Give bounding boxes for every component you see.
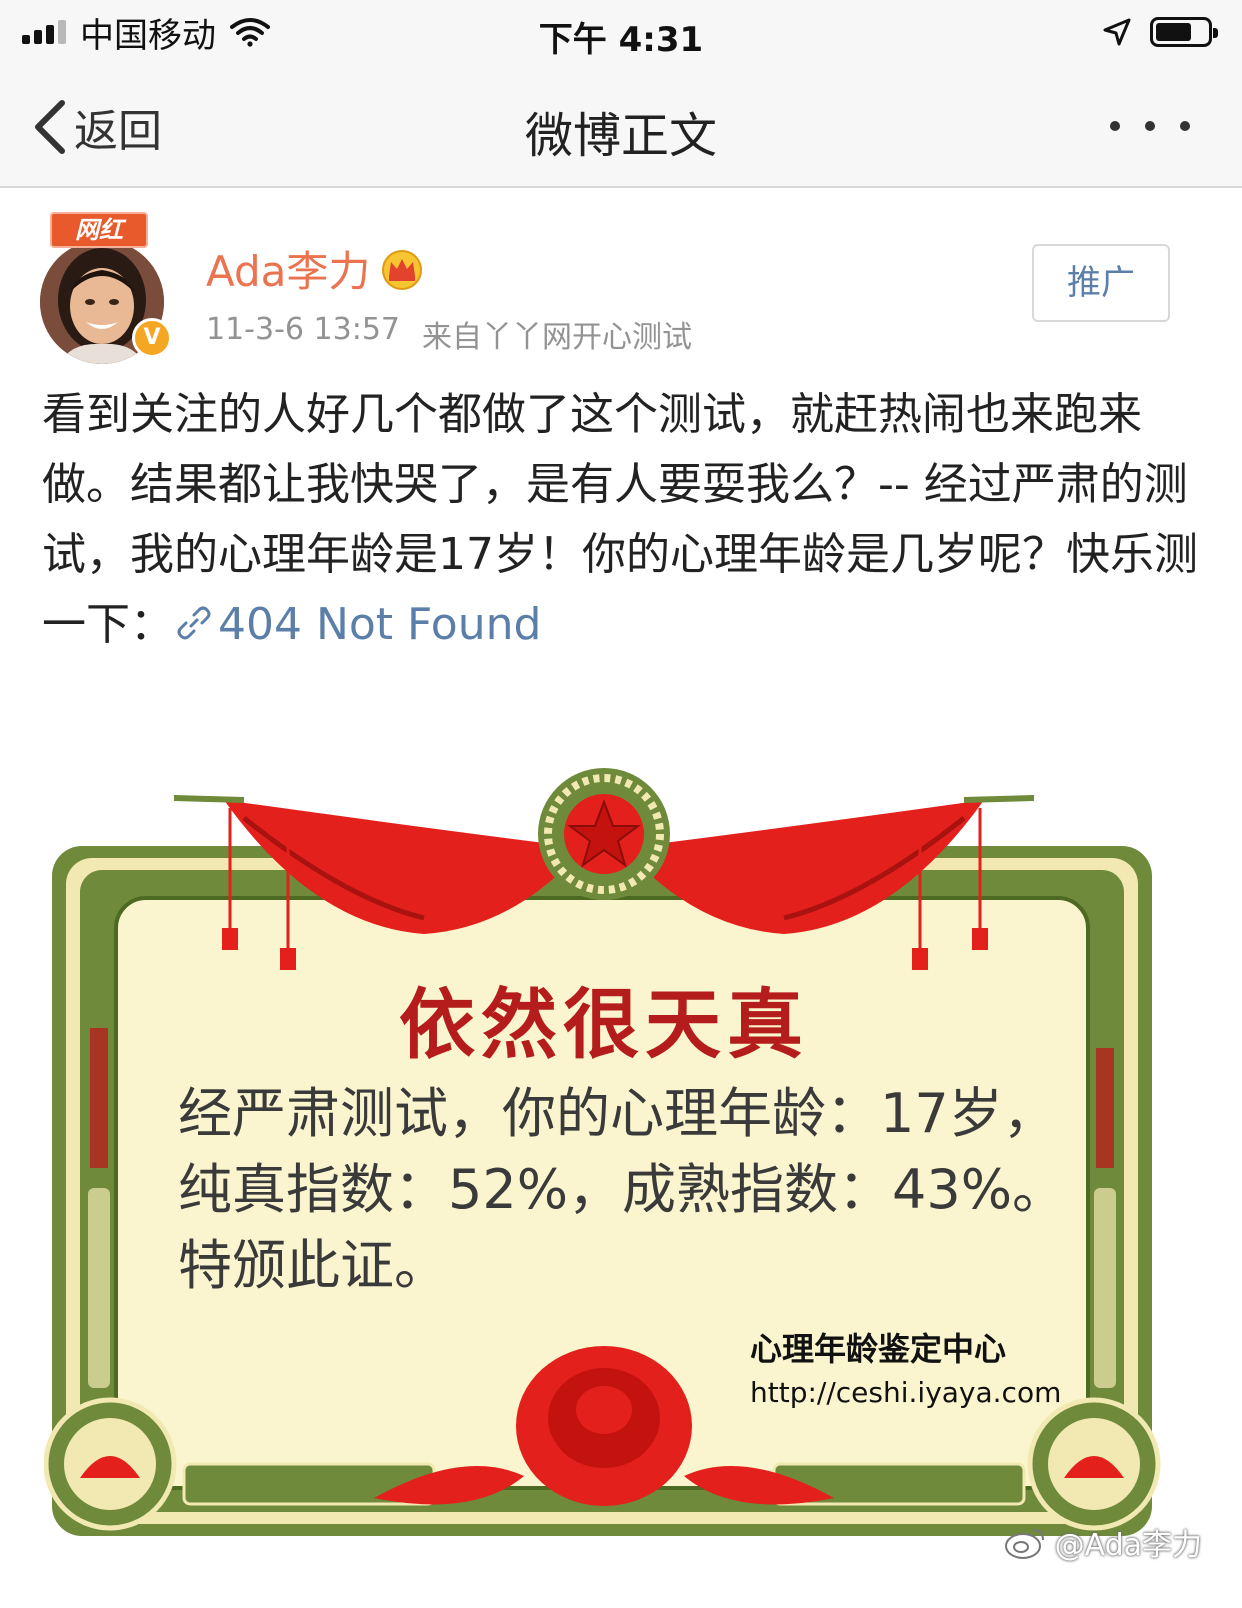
avatar-group[interactable]: 网红 V	[40, 212, 172, 364]
username-row: Ada李力	[206, 238, 424, 299]
promote-button[interactable]: 推广	[1032, 244, 1170, 322]
page-title: 微博正文	[524, 108, 717, 164]
location-arrow-icon	[1103, 18, 1131, 46]
status-bar: 中国移动 下午 4:31	[0, 0, 1242, 66]
certificate-line: 经严肃测试，你的心理年龄：17岁，	[178, 1082, 1057, 1145]
post-image[interactable]: 依然很天真 经严肃测试，你的心理年龄：17岁， 纯真指数：52%，成熟指数：43…	[43, 758, 1164, 1548]
nav-bar: 返回 微博正文	[0, 66, 1242, 188]
status-time: 下午 4:31	[538, 20, 704, 60]
status-right	[1102, 12, 1218, 52]
username[interactable]: Ada李力	[206, 238, 370, 299]
post-link-text: 404 Not Found	[218, 599, 542, 650]
more-dot	[1110, 121, 1120, 131]
post-meta: 11-3-6 13:57 来自丫丫网开心测试	[206, 312, 692, 356]
post-source[interactable]: 来自丫丫网开心测试	[422, 312, 692, 356]
weibo-logo-icon	[1004, 1529, 1044, 1559]
image-watermark: @Ada李力	[1003, 1520, 1202, 1564]
watermark-text: @Ada李力	[1054, 1528, 1202, 1563]
link-icon	[177, 606, 211, 640]
certificate-title: 依然很天真	[399, 980, 809, 1069]
certificate-issuer: 心理年龄鉴定中心	[750, 1330, 1007, 1368]
certificate-line: 特颁此证。	[178, 1234, 448, 1297]
verified-badge: V	[132, 318, 172, 358]
certificate-line: 纯真指数：52%，成熟指数：43%。	[178, 1158, 1067, 1221]
certificate-url: http://ceshi.iyaya.com	[750, 1376, 1062, 1409]
crown-icon[interactable]	[380, 248, 424, 290]
certificate-body: 经严肃测试，你的心理年龄：17岁， 纯真指数：52%，成熟指数：43%。 特颁此…	[178, 1076, 1098, 1304]
more-button[interactable]	[1110, 106, 1190, 146]
more-dot	[1145, 121, 1155, 131]
post-body: 看到关注的人好几个都做了这个测试，就赶热闹也来跑来做。结果都让我快哭了，是有人要…	[42, 380, 1212, 660]
more-dot	[1180, 121, 1190, 131]
post-timestamp: 11-3-6 13:57	[206, 312, 400, 347]
post-link[interactable]: 404 Not Found	[174, 599, 541, 650]
influencer-badge: 网红	[50, 212, 148, 248]
battery-icon	[1150, 17, 1218, 47]
